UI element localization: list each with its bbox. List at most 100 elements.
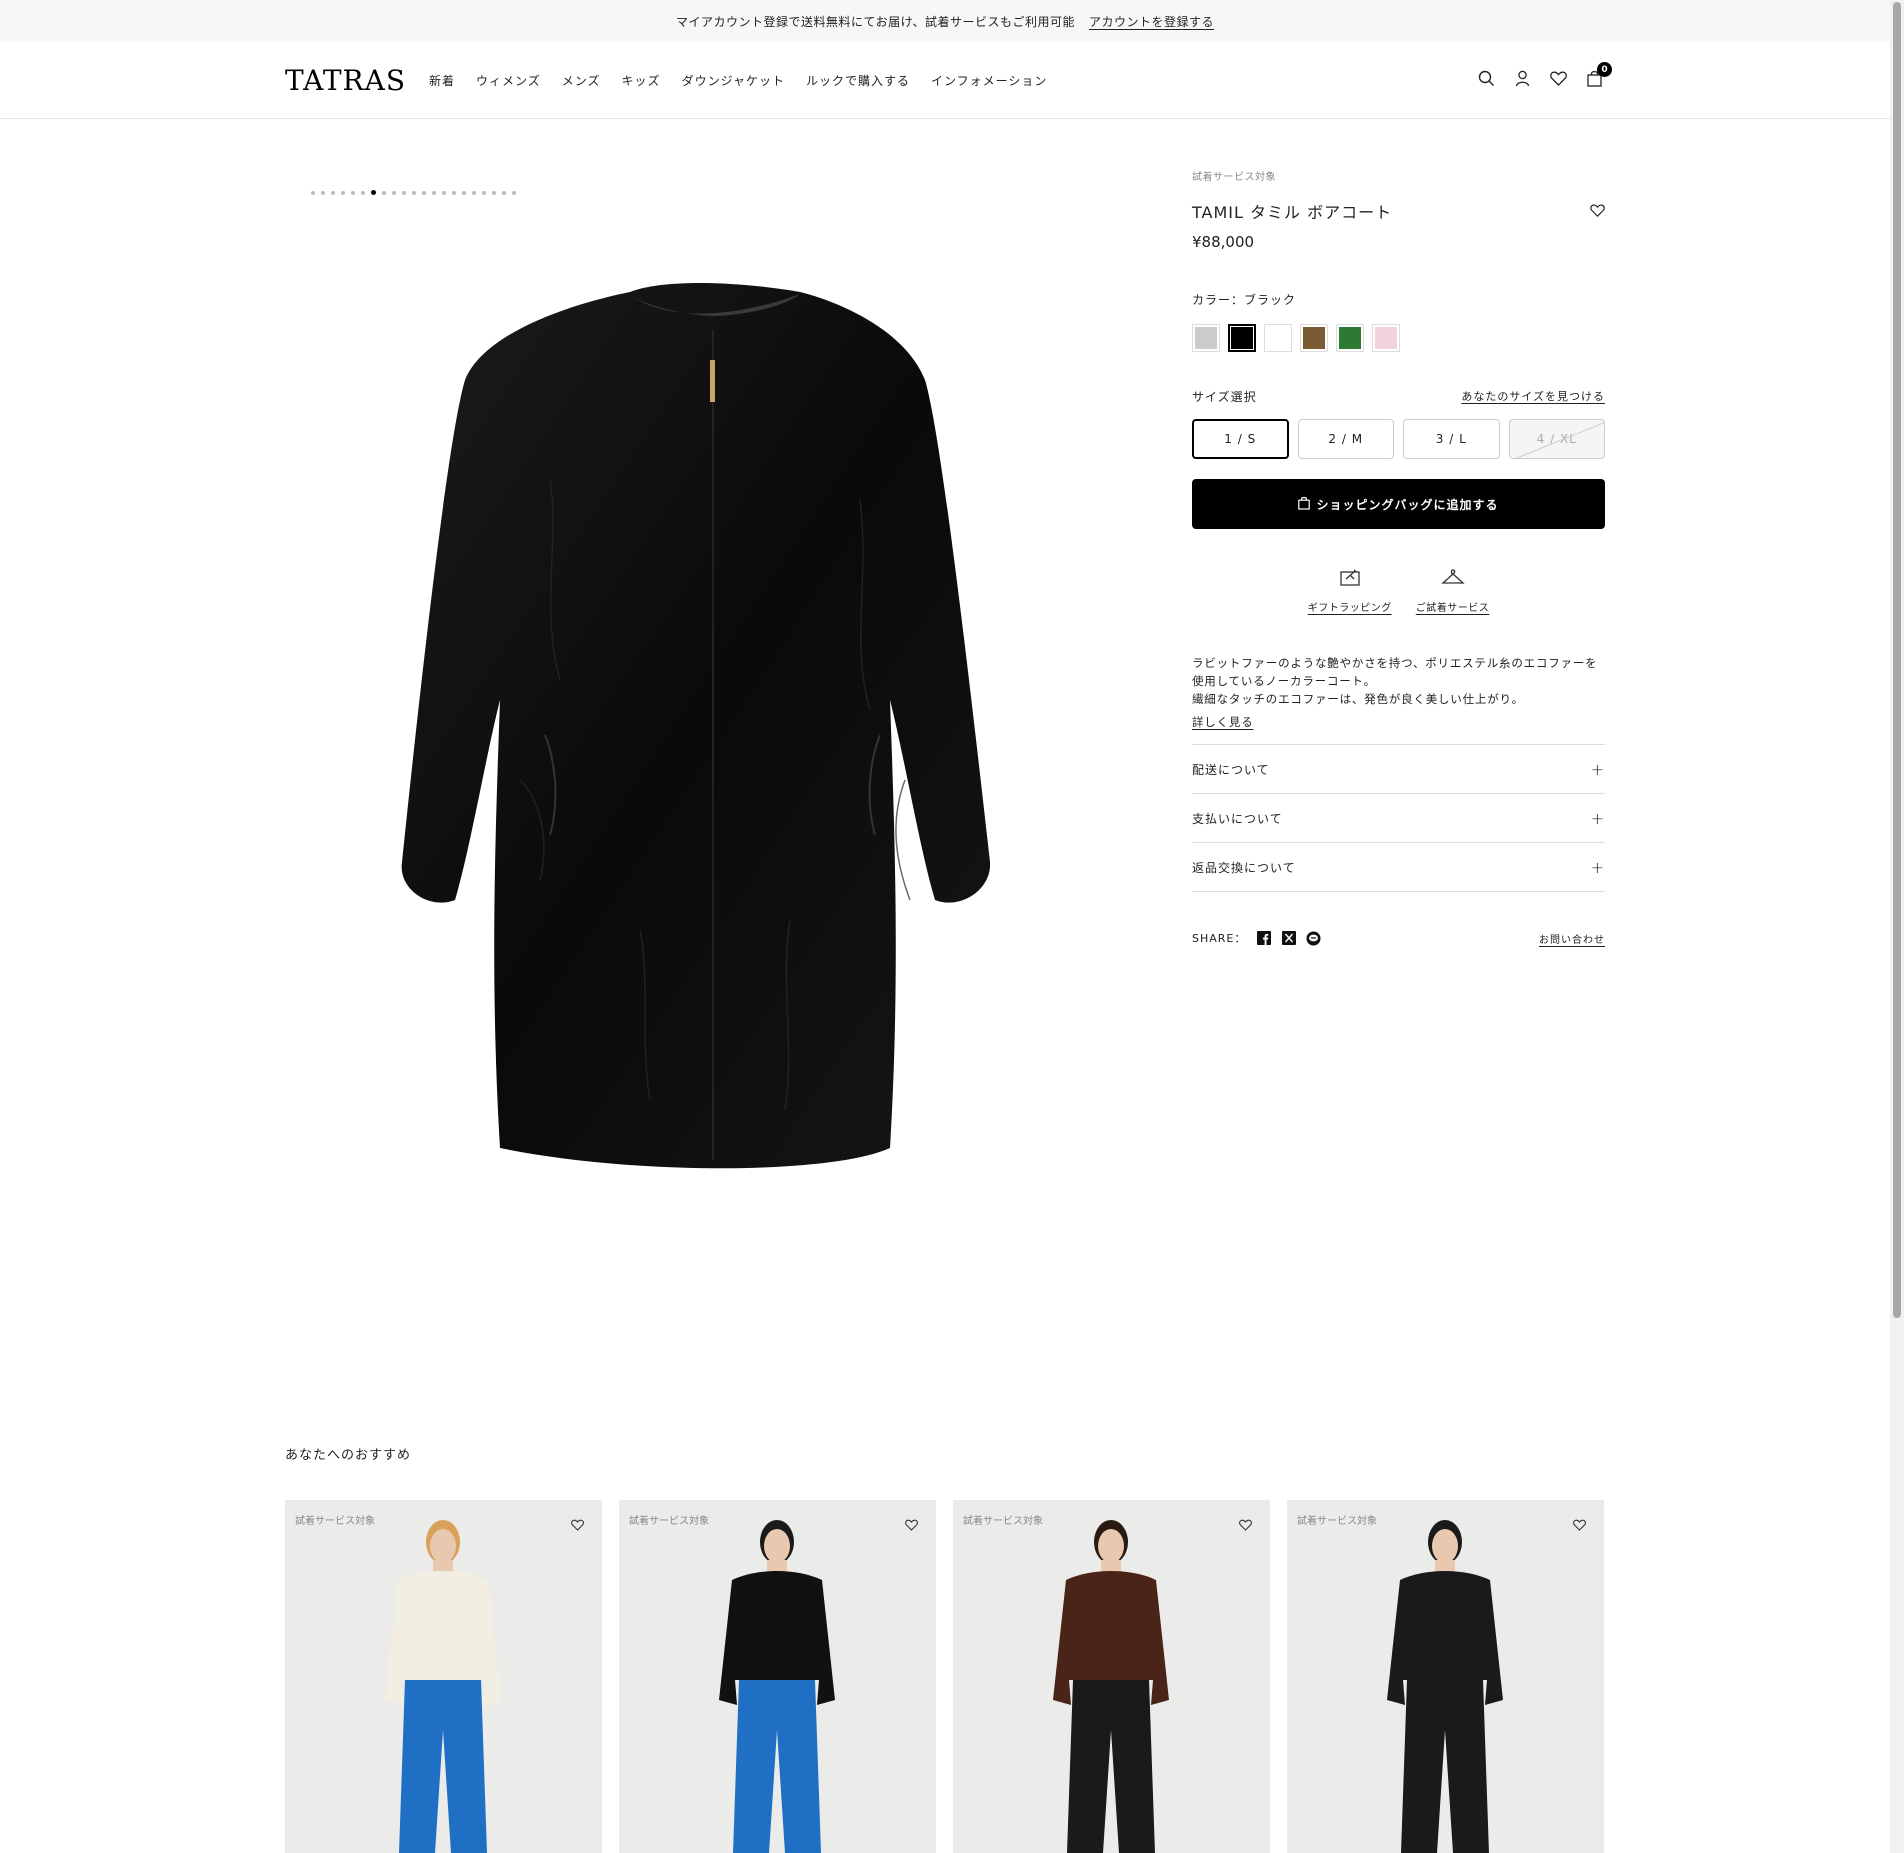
accordion-shipping[interactable]: 配送について + (1192, 745, 1605, 794)
gallery-dot[interactable] (341, 190, 345, 195)
product-price: ¥88,000 (1192, 233, 1255, 251)
try-on-service-label: ご試着サービス (1415, 603, 1490, 614)
gallery-dot[interactable] (502, 190, 506, 195)
gallery-dot[interactable] (361, 190, 365, 195)
color-swatch[interactable] (1336, 324, 1364, 352)
size-option[interactable]: 3 / L (1403, 419, 1500, 459)
search-icon[interactable] (1476, 68, 1497, 89)
contact-link[interactable]: お問い合わせ (1539, 931, 1605, 946)
product-info-panel: 試着サービス対象 TAMIL タミル ボアコート ¥88,000 カラー：ブラッ… (1192, 168, 1606, 946)
gallery-pagination (311, 190, 516, 195)
accordion-label: 支払いについて (1192, 811, 1283, 826)
heart-icon[interactable] (571, 1516, 585, 1531)
accordion-returns[interactable]: 返品交換について + (1192, 843, 1605, 892)
plus-icon: + (1590, 808, 1605, 828)
nav-item-shop-the-look[interactable]: ルックで購入する (806, 72, 910, 89)
gallery-dot[interactable] (432, 190, 436, 195)
page-scrollbar[interactable] (1890, 0, 1904, 1853)
size-option[interactable]: 2 / M (1297, 419, 1395, 459)
swatch-fill (1375, 327, 1397, 349)
product-card-image (1387, 1520, 1503, 1853)
line-icon[interactable] (1306, 931, 1321, 946)
nav-item-womens[interactable]: ウィメンズ (476, 72, 541, 89)
accordion-label: 返品交換について (1192, 860, 1296, 875)
description-line: ラビットファーのような艶やかさを持つ、ポリエステル糸のエコファーを (1192, 656, 1598, 670)
product-card[interactable]: 試着サービス対象 (1287, 1500, 1604, 1853)
try-on-service-link[interactable]: ご試着サービス (1416, 567, 1490, 614)
gallery-dot[interactable] (512, 190, 516, 195)
color-swatch[interactable] (1300, 324, 1328, 352)
gift-wrapping-link[interactable]: ギフトラッピング (1308, 567, 1392, 614)
product-card[interactable]: 試着サービス対象 (953, 1500, 1270, 1853)
size-option[interactable]: 4 / XL (1508, 419, 1606, 459)
bag-icon (1298, 496, 1311, 513)
service-links: ギフトラッピング ご試着サービス (1192, 567, 1605, 614)
read-more-link[interactable]: 詳しく見る (1192, 714, 1254, 730)
color-swatch[interactable] (1228, 324, 1256, 352)
swatch-fill (1303, 327, 1325, 349)
heart-icon[interactable] (1239, 1516, 1253, 1531)
swatch-fill (1267, 327, 1289, 349)
color-swatch[interactable] (1264, 324, 1292, 352)
gallery-dot[interactable] (351, 190, 355, 195)
gallery-dot[interactable] (482, 190, 486, 195)
gallery-dot[interactable] (321, 190, 325, 195)
gallery-dot[interactable] (311, 190, 315, 195)
gallery-dot[interactable] (422, 190, 426, 195)
product-description: ラビットファーのような艶やかさを持つ、ポリエステル糸のエコファーを 使用している… (1192, 654, 1605, 708)
product-card[interactable]: 試着サービス対象 (285, 1500, 602, 1853)
gallery-dot[interactable] (472, 190, 476, 195)
size-option[interactable]: 1 / S (1192, 419, 1289, 459)
color-swatch[interactable] (1192, 324, 1220, 352)
product-main-image[interactable] (400, 280, 1040, 1190)
nav-item-down-jacket[interactable]: ダウンジャケット (682, 72, 785, 89)
account-icon[interactable] (1512, 68, 1533, 89)
facebook-icon[interactable] (1256, 931, 1271, 946)
bag-icon[interactable]: 0 (1584, 62, 1612, 89)
wishlist-icon[interactable] (1548, 68, 1569, 89)
model-pants (399, 1680, 487, 1853)
gallery-dot[interactable] (412, 190, 416, 195)
add-to-bag-button[interactable]: ショッピングバッグに追加する (1192, 479, 1605, 529)
color-label: カラー：ブラック (1192, 293, 1297, 307)
share-row: SHARE： お問い合わせ (1192, 930, 1605, 946)
gallery-dot[interactable] (452, 190, 456, 195)
cart-count-badge: 0 (1597, 62, 1612, 77)
size-finder-link[interactable]: あなたのサイズを見つける (1461, 388, 1605, 405)
gallery-dot[interactable] (331, 190, 335, 195)
nav-item-kids[interactable]: キッズ (622, 72, 661, 89)
heart-icon[interactable] (905, 1516, 919, 1531)
description-line: 繊細なタッチのエコファーは、発色が良く美しい仕上がり。 (1192, 692, 1524, 706)
nav-item-new[interactable]: 新着 (429, 72, 455, 89)
model-pants (1067, 1680, 1155, 1853)
nav-item-information[interactable]: インフォメーション (931, 72, 1047, 89)
gallery-dot[interactable] (442, 190, 446, 195)
swatch-fill (1231, 327, 1253, 349)
trial-service-tag: 試着サービス対象 (1192, 172, 1276, 183)
info-accordion: 配送について + 支払いについて + 返品交換について + (1192, 744, 1605, 892)
gift-wrapping-label: ギフトラッピング (1307, 603, 1392, 614)
product-card[interactable]: 試着サービス対象 (619, 1500, 936, 1853)
gallery-dot[interactable] (392, 190, 396, 195)
color-swatch[interactable] (1372, 324, 1400, 352)
product-title: TAMIL タミル ボアコート (1192, 203, 1393, 222)
favorite-heart-icon[interactable] (1590, 202, 1605, 221)
nav-item-mens[interactable]: メンズ (562, 72, 601, 89)
header-icons: 0 (1476, 62, 1612, 89)
gallery-dot[interactable] (462, 190, 466, 195)
accordion-payment[interactable]: 支払いについて + (1192, 794, 1605, 843)
register-account-link[interactable]: アカウントを登録する (1089, 13, 1214, 30)
plus-icon: + (1590, 857, 1605, 877)
gallery-dot[interactable] (371, 190, 376, 195)
x-icon[interactable] (1281, 931, 1296, 946)
scrollbar-thumb[interactable] (1893, 2, 1901, 1318)
model-pants (1401, 1680, 1489, 1853)
site-header: TATRAS 新着 ウィメンズ メンズ キッズ ダウンジャケット ルックで購入す… (0, 42, 1890, 119)
heart-icon[interactable] (1573, 1516, 1587, 1531)
swatch-fill (1339, 327, 1361, 349)
brand-logo[interactable]: TATRAS (285, 64, 406, 97)
gallery-dot[interactable] (402, 190, 406, 195)
gallery-dot[interactable] (382, 190, 386, 195)
announcement-text: マイアカウント登録で送料無料にてお届け、試着サービスもご利用可能 (675, 14, 1076, 29)
gallery-dot[interactable] (492, 190, 496, 195)
